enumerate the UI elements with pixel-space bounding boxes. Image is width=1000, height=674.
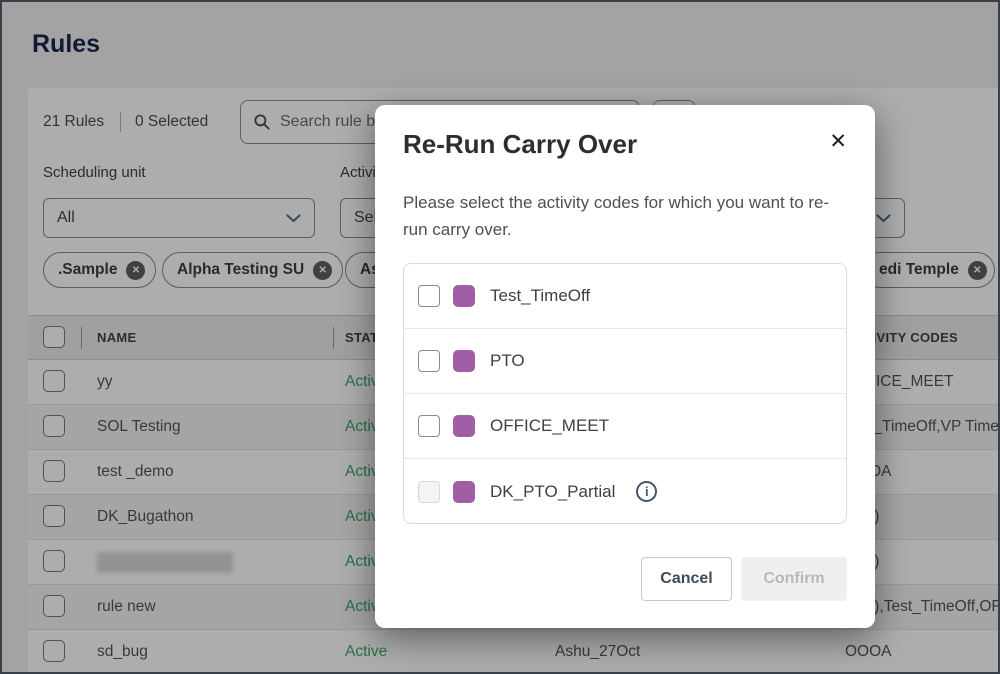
activity-code-item: OFFICE_MEET: [404, 394, 846, 459]
item-checkbox[interactable]: [418, 285, 440, 307]
cancel-button[interactable]: Cancel: [641, 557, 732, 601]
activity-color-swatch: [453, 285, 475, 307]
modal-description: Please select the activity codes for whi…: [403, 189, 855, 243]
activity-color-swatch: [453, 415, 475, 437]
modal-title: Re-Run Carry Over: [403, 129, 638, 159]
activity-code-item: PTO: [404, 329, 846, 394]
info-icon[interactable]: i: [636, 481, 658, 502]
activity-code-label: OFFICE_MEET: [490, 416, 610, 435]
activity-code-list: Test_TimeOff PTO OFFICE_MEET DK_PTO_Part…: [403, 263, 847, 524]
activity-color-swatch: [453, 350, 475, 372]
rules-window: Rules 21 Rules 0 Selected Scheduling uni…: [0, 0, 1000, 674]
activity-code-label: DK_PTO_Partial: [490, 481, 616, 501]
item-checkbox-disabled: [418, 480, 440, 503]
description-line: Please select the activity codes for whi…: [403, 193, 830, 212]
activity-code-label: Test_TimeOff: [490, 286, 591, 305]
activity-code-item: DK_PTO_Partial i: [404, 459, 846, 524]
activity-color-swatch: [453, 480, 475, 503]
item-checkbox[interactable]: [418, 350, 440, 372]
confirm-button: Confirm: [741, 557, 847, 601]
activity-code-item: Test_TimeOff: [404, 264, 846, 329]
rerun-carry-over-modal: Re-Run Carry Over ✕ Please select the ac…: [375, 105, 875, 628]
close-icon[interactable]: ✕: [829, 131, 847, 152]
description-line: run carry over.: [403, 220, 512, 239]
item-checkbox[interactable]: [418, 415, 440, 437]
activity-code-label: PTO: [490, 351, 525, 370]
